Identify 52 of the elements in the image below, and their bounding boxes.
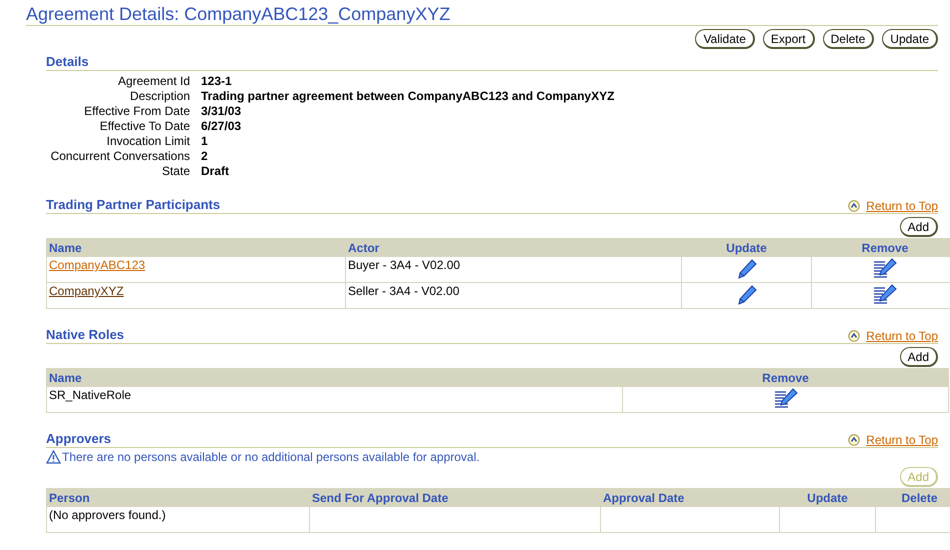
field-label: State <box>160 164 190 179</box>
action-button[interactable]: Export <box>762 29 815 49</box>
column-header: Approval Date <box>600 488 780 506</box>
column-header: Remove <box>812 238 950 256</box>
action-button[interactable]: Validate <box>695 29 755 49</box>
table-cell: (No approvers found.) <box>49 508 166 522</box>
edit-list-icon[interactable] <box>873 258 897 280</box>
field-label: Agreement Id <box>116 74 190 89</box>
field-value: 1 <box>201 134 209 149</box>
field-value: Draft <box>201 164 230 179</box>
column-header: Update <box>682 238 812 256</box>
field-value: 2 <box>201 149 209 164</box>
field-label: Concurrent Conversations <box>50 149 190 164</box>
section-heading: Details <box>46 54 89 70</box>
add-button[interactable]: Add <box>900 217 938 237</box>
section-heading: Trading Partner Participants <box>46 197 220 213</box>
return-to-top-link[interactable]: Return to Top <box>866 433 938 447</box>
field-value: Trading partner agreement between CompanyABC123 and CompanyXYZ <box>201 89 616 104</box>
action-button[interactable]: Update <box>882 29 938 49</box>
table-cell: Seller - 3A4 - V02.00 <box>348 284 460 298</box>
page-title: Agreement Details: CompanyABC123_CompanyXYZ <box>26 4 452 24</box>
column-header: Name <box>46 368 622 386</box>
table-cell: Buyer - 3A4 - V02.00 <box>348 258 460 272</box>
warning-icon <box>46 450 61 464</box>
info-message: There are no persons available or no additional persons available for approval. <box>62 450 480 464</box>
pencil-icon[interactable] <box>736 258 758 280</box>
field-label: Effective To Date <box>98 119 190 134</box>
pencil-icon[interactable] <box>736 284 758 306</box>
column-header: Actor <box>346 238 682 256</box>
field-value: 123-1 <box>201 74 233 89</box>
field-value: 3/31/03 <box>201 104 242 119</box>
action-button[interactable]: Delete <box>822 29 874 49</box>
add-button[interactable]: Add <box>900 347 938 367</box>
column-header: Delete <box>876 488 950 506</box>
field-value: 6/27/03 <box>201 119 242 134</box>
section-heading: Native Roles <box>46 327 124 343</box>
return-to-top-link[interactable]: Return to Top <box>866 329 938 343</box>
return-to-top-link[interactable]: Return to Top <box>866 199 938 213</box>
edit-list-icon[interactable] <box>774 388 798 410</box>
column-header: Remove <box>622 368 948 386</box>
edit-list-icon[interactable] <box>873 284 897 306</box>
field-label: Description <box>128 89 190 104</box>
partner-link[interactable]: CompanyXYZ <box>49 284 124 298</box>
column-header: Update <box>780 488 876 506</box>
column-header: Person <box>46 488 310 506</box>
field-label: Invocation Limit <box>106 134 190 149</box>
table-cell: SR_NativeRole <box>49 388 132 402</box>
field-label: Effective From Date <box>83 104 190 119</box>
column-header: Send For Approval Date <box>310 488 600 506</box>
partner-link[interactable]: CompanyABC123 <box>49 258 146 272</box>
section-heading: Approvers <box>46 431 112 447</box>
column-header: Name <box>46 238 346 256</box>
